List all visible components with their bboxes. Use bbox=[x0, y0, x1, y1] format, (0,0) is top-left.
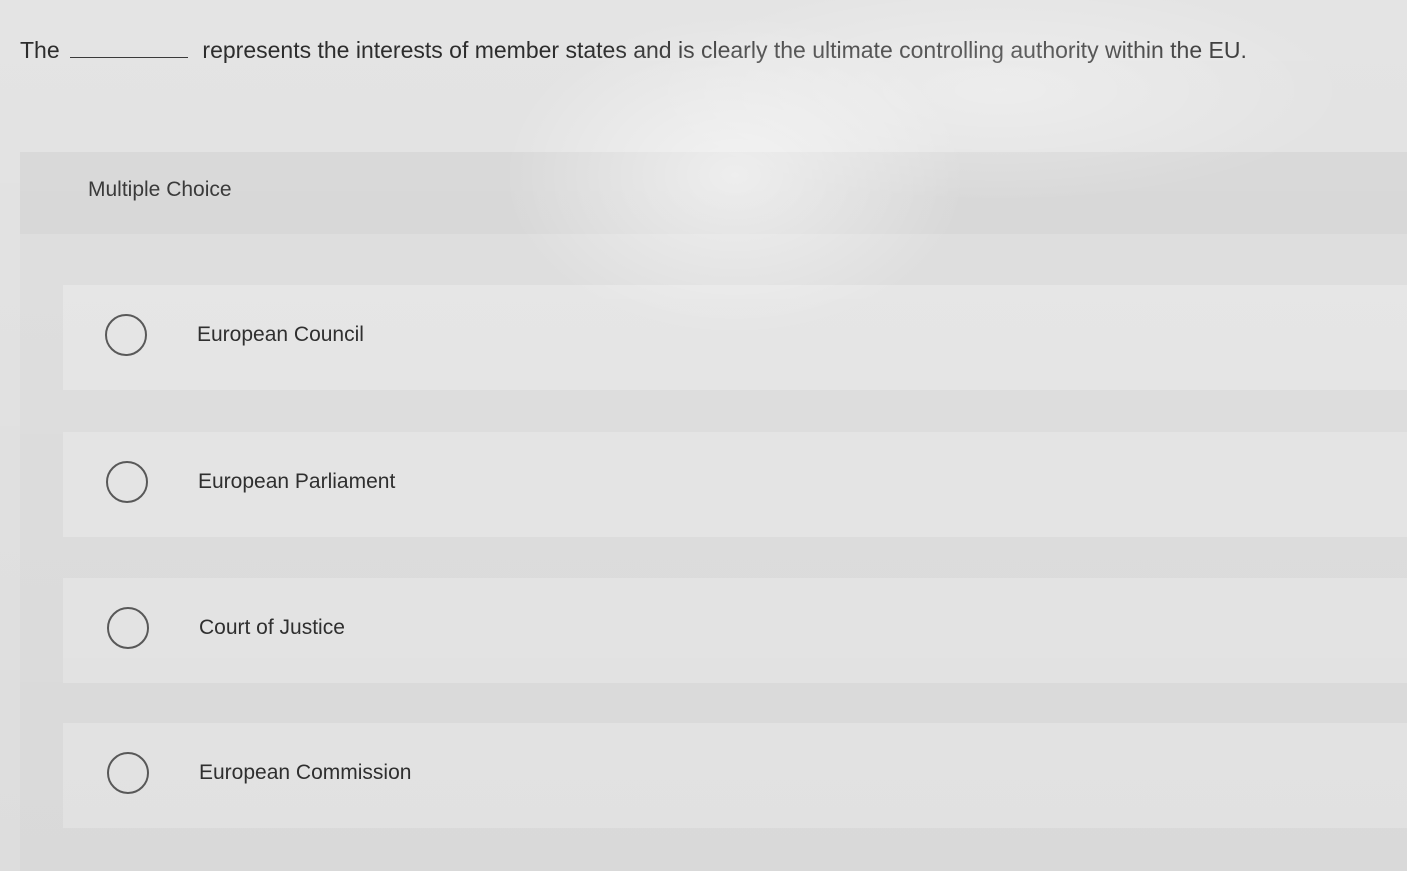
option-european-parliament[interactable]: European Parliament bbox=[63, 432, 1407, 537]
radio-button-icon[interactable] bbox=[107, 607, 149, 649]
option-label: Court of Justice bbox=[199, 616, 345, 639]
radio-button-icon[interactable] bbox=[106, 461, 148, 503]
option-label: European Parliament bbox=[198, 470, 396, 493]
panel-header: Multiple Choice bbox=[20, 152, 1407, 234]
answer-blank bbox=[70, 35, 189, 58]
option-label: European Commission bbox=[199, 761, 412, 784]
option-label: European Council bbox=[197, 323, 364, 346]
radio-button-icon[interactable] bbox=[105, 314, 147, 356]
question-suffix: represents the interests of member state… bbox=[202, 37, 1247, 63]
option-european-commission[interactable]: European Commission bbox=[63, 723, 1407, 828]
radio-button-icon[interactable] bbox=[107, 752, 149, 794]
option-european-council[interactable]: European Council bbox=[63, 285, 1407, 390]
question-text: The represents the interests of member s… bbox=[20, 34, 1247, 66]
question-prefix: The bbox=[20, 37, 60, 63]
panel-title: Multiple Choice bbox=[88, 178, 232, 201]
multiple-choice-panel: Multiple Choice European Council Europea… bbox=[20, 152, 1407, 871]
option-court-of-justice[interactable]: Court of Justice bbox=[63, 578, 1407, 683]
